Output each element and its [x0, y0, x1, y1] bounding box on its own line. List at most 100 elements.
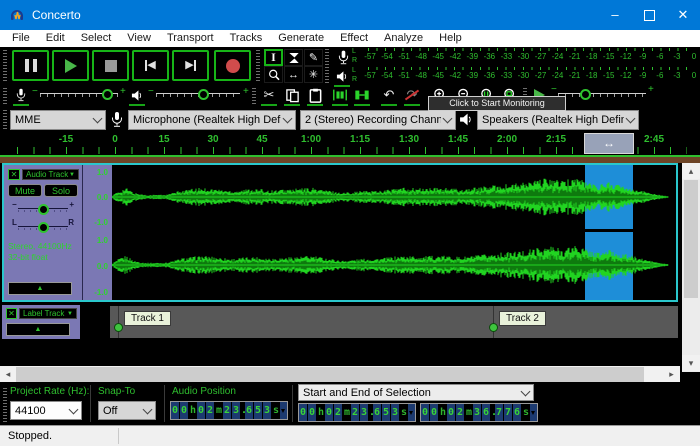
time-digit[interactable]: 3 — [232, 402, 241, 419]
playback-volume-slider[interactable] — [156, 87, 240, 103]
draw-tool-button[interactable]: ✎ — [304, 49, 323, 66]
playback-meter[interactable]: LR -57 -54 -51 -48 -45 -42 -39 -36 -33 -30 -27 -24-… — [332, 66, 698, 87]
field-menu-arrow-icon[interactable] — [280, 402, 287, 419]
collapse-track-button[interactable]: ▲ — [6, 323, 70, 336]
menu-item-select[interactable]: Select — [73, 30, 120, 47]
time-digit[interactable]: 2 — [456, 404, 465, 421]
redo-button-disabled[interactable]: ↷ — [403, 86, 421, 106]
record-volume-thumb[interactable] — [102, 89, 113, 100]
play-speed-slider[interactable] — [558, 87, 646, 103]
time-digit[interactable]: 0 — [171, 402, 180, 419]
cut-button[interactable]: ✂ — [260, 86, 278, 106]
stop-button[interactable] — [92, 50, 129, 81]
time-digit[interactable]: 2 — [206, 402, 215, 419]
transport-gripper[interactable] — [3, 50, 7, 81]
collapse-track-button[interactable]: ▲ — [8, 282, 72, 295]
close-track-button[interactable]: ✕ — [8, 169, 20, 180]
time-digit[interactable]: 7 — [495, 404, 504, 421]
field-menu-arrow-icon[interactable] — [408, 404, 415, 421]
time-digit[interactable]: 6 — [513, 404, 522, 421]
time-digit[interactable]: 6 — [245, 402, 254, 419]
playback-device-select[interactable]: Speakers (Realtek High Definiti — [477, 110, 639, 130]
menu-item-generate[interactable]: Generate — [270, 30, 332, 47]
multi-tool-button[interactable]: ✳ — [304, 66, 323, 83]
time-digit[interactable]: 2 — [351, 404, 360, 421]
time-shift-tool-button[interactable]: ↔ — [284, 66, 303, 83]
close-button[interactable]: ✕ — [666, 0, 700, 30]
meter-gripper[interactable] — [325, 49, 329, 83]
edit-gripper[interactable] — [252, 86, 256, 104]
time-digit[interactable]: 0 — [180, 402, 189, 419]
gain-slider[interactable]: − + — [10, 200, 76, 216]
time-digit[interactable]: 0 — [299, 404, 308, 421]
time-digit[interactable]: 2 — [334, 404, 343, 421]
time-unit[interactable]: h — [189, 402, 197, 419]
time-digit[interactable]: 0 — [308, 404, 317, 421]
time-unit[interactable]: m — [465, 404, 473, 421]
solo-button[interactable]: Solo — [44, 184, 78, 197]
scroll-left-button[interactable]: ◂ — [0, 366, 16, 383]
gain-thumb[interactable] — [38, 204, 49, 215]
scroll-up-button[interactable]: ▴ — [682, 163, 700, 179]
recording-meter[interactable]: LR -57 -54 -51 -48 -45 -42 -39 -36 -33 -30 -27 -24-… — [332, 47, 698, 68]
trim-audio-button[interactable] — [331, 86, 349, 106]
record-button[interactable] — [214, 50, 251, 81]
playback-volume-thumb[interactable] — [198, 89, 209, 100]
undo-button[interactable]: ↶ — [380, 86, 398, 106]
mute-button[interactable]: Mute — [8, 184, 42, 197]
selection-tool-button[interactable]: I — [264, 49, 283, 66]
project-rate-select[interactable]: 44100 — [10, 401, 82, 420]
mixer-gripper[interactable] — [3, 86, 7, 104]
maximize-button[interactable] — [632, 0, 666, 30]
skip-to-end-button[interactable]: ▶ — [172, 50, 209, 81]
label-text[interactable]: Track 1 — [124, 311, 171, 326]
copy-button[interactable] — [283, 86, 301, 106]
label-marker-icon[interactable] — [114, 323, 123, 332]
menu-item-effect[interactable]: Effect — [332, 30, 376, 47]
label-text[interactable]: Track 2 — [499, 311, 546, 326]
time-digit[interactable]: 7 — [504, 404, 513, 421]
time-unit[interactable]: m — [343, 404, 351, 421]
time-unit[interactable]: m — [215, 402, 223, 419]
title-bar[interactable]: Concerto – ✕ — [0, 0, 700, 30]
recording-channels-select[interactable]: 2 (Stereo) Recording Channels — [300, 110, 456, 130]
menu-item-file[interactable]: File — [4, 30, 38, 47]
monitoring-tooltip[interactable]: Click to Start Monitoring — [428, 96, 566, 111]
vertical-scale-ruler[interactable]: 1.0 0.0 -1.0 1.0 0.0 -1.0 — [82, 165, 112, 300]
time-digit[interactable]: 0 — [421, 404, 430, 421]
time-digit[interactable]: 6 — [373, 404, 382, 421]
paste-button[interactable] — [306, 86, 324, 106]
time-digit[interactable]: 0 — [325, 404, 334, 421]
menu-item-tracks[interactable]: Tracks — [222, 30, 271, 47]
pause-button[interactable] — [12, 50, 49, 81]
vertical-scrollbar[interactable]: ▴ ▾ — [682, 163, 700, 372]
timeline-ruler[interactable]: -1501530451:001:151:301:452:002:152:302:… — [0, 132, 700, 279]
zoom-tool-button[interactable] — [264, 66, 283, 83]
silence-audio-button[interactable] — [353, 86, 371, 106]
audio-position-field[interactable]: 00h02m23.653s — [170, 401, 288, 420]
record-volume-slider[interactable] — [40, 87, 118, 103]
time-digit[interactable]: 3 — [360, 404, 369, 421]
time-unit[interactable]: s — [400, 404, 408, 421]
field-menu-arrow-icon[interactable] — [530, 404, 537, 421]
minimize-button[interactable]: – — [598, 0, 632, 30]
tools-gripper[interactable] — [256, 50, 260, 81]
time-digit[interactable]: 0 — [197, 402, 206, 419]
label-marker-icon[interactable] — [489, 323, 498, 332]
time-digit[interactable]: 3 — [473, 404, 482, 421]
pan-thumb[interactable] — [38, 222, 49, 233]
label-strip[interactable]: Track 1 Track 2 — [110, 306, 678, 338]
time-digit[interactable]: 3 — [391, 404, 400, 421]
time-unit[interactable]: h — [317, 404, 325, 421]
selection-start-field[interactable]: 00h02m23.653s — [298, 403, 416, 422]
menu-item-view[interactable]: View — [119, 30, 159, 47]
scroll-down-button[interactable]: ▾ — [682, 355, 700, 371]
pan-slider[interactable]: L R — [10, 218, 76, 234]
time-unit[interactable]: h — [439, 404, 447, 421]
time-unit[interactable]: s — [272, 402, 280, 419]
waveform-area[interactable] — [112, 165, 676, 300]
menu-item-analyze[interactable]: Analyze — [376, 30, 431, 47]
skip-to-start-button[interactable]: ◀ — [132, 50, 169, 81]
play-speed-thumb[interactable] — [580, 89, 591, 100]
envelope-tool-button[interactable] — [284, 49, 303, 66]
